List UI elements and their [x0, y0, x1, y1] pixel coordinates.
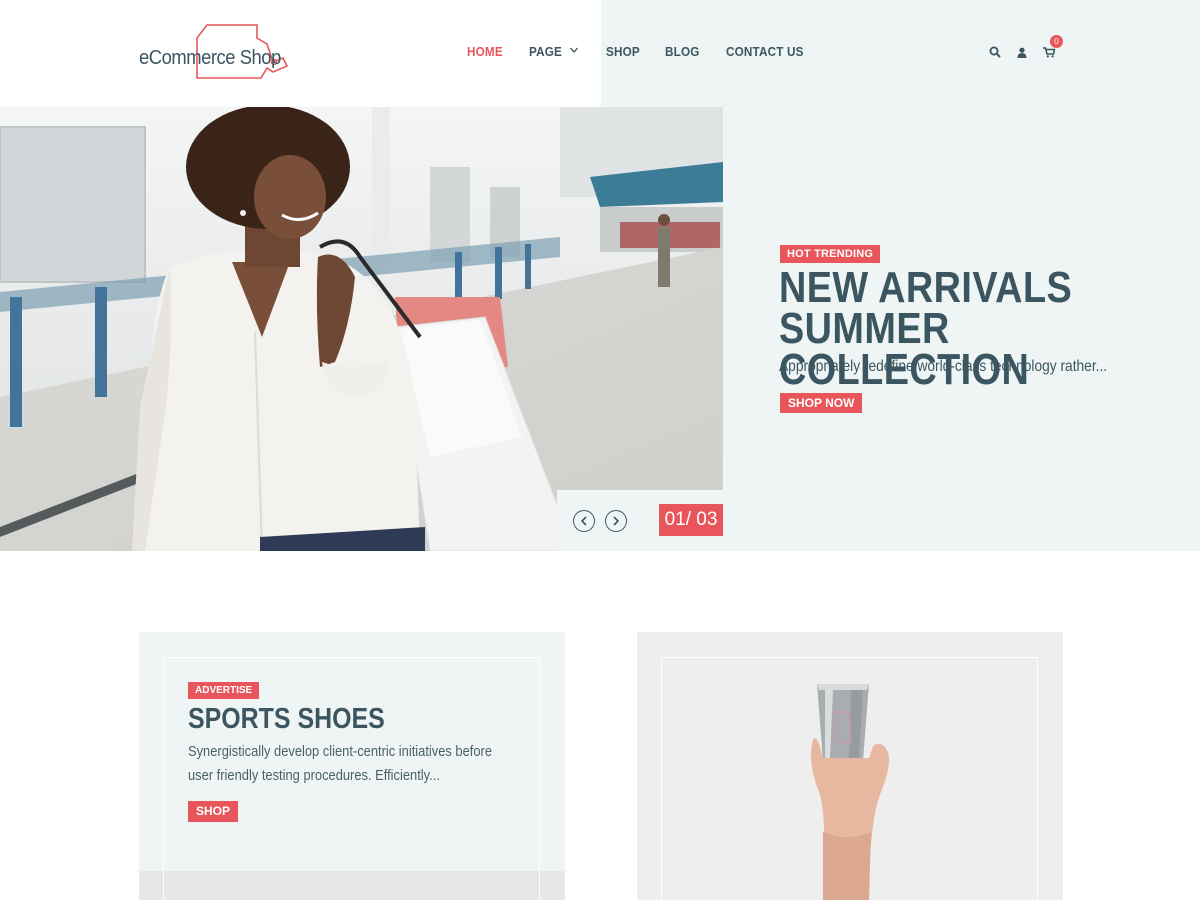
card-description: Synergistically develop client-centric i…	[188, 743, 493, 784]
hand-holding-cup-illustration	[811, 684, 889, 900]
nav-shop[interactable]: SHOP	[606, 44, 640, 59]
chevron-right-icon	[613, 516, 620, 526]
cart-count-badge: 0	[1050, 35, 1063, 48]
cart-icon[interactable]: 0	[1041, 35, 1063, 60]
slider-controls: 01/ 03	[557, 490, 723, 551]
site-logo[interactable]: eCommerce Shop	[139, 20, 299, 82]
shop-now-button[interactable]: SHOP NOW	[780, 393, 863, 413]
chevron-left-icon	[580, 516, 587, 526]
woman-with-shopping-bags-illustration	[0, 107, 723, 551]
hero-subtitle: Appropriately redefine world-class techn…	[779, 358, 1108, 375]
promo-card-travel-cup[interactable]	[637, 632, 1063, 900]
chevron-down-icon	[569, 46, 578, 57]
slider-next-button[interactable]	[605, 510, 627, 532]
card-title: SPORTS SHOES	[188, 703, 385, 735]
nav-contact-us[interactable]: CONTACT US	[726, 44, 804, 59]
hero-photo	[0, 107, 723, 551]
nav-page-label: PAGE	[528, 44, 562, 59]
main-nav: HOME PAGE SHOP BLOG CONTACT US	[467, 44, 834, 59]
hero-slider: 01/ 03 HOT TRENDING NEW ARRIVALS SUMMER …	[0, 107, 1200, 551]
header-actions: 0	[987, 35, 1068, 60]
nav-blog[interactable]: BLOG	[665, 44, 700, 59]
card-shop-button[interactable]: SHOP	[188, 801, 239, 822]
slider-prev-button[interactable]	[573, 510, 595, 532]
user-icon[interactable]	[1014, 44, 1030, 60]
promo-card-sports-shoes: ADVERTISE SPORTS SHOES Synergistically d…	[139, 632, 565, 900]
card-badge: ADVERTISE	[188, 682, 260, 699]
logo-text: eCommerce Shop	[139, 47, 281, 69]
hero-badge: HOT TRENDING	[780, 245, 881, 263]
page: eCommerce Shop HOME PAGE SHOP BLOG CONTA…	[0, 0, 1200, 900]
nav-home[interactable]: HOME	[467, 44, 503, 59]
nav-page[interactable]: PAGE	[529, 44, 578, 59]
slide-counter: 01/ 03	[659, 504, 723, 536]
search-icon[interactable]	[987, 44, 1003, 60]
